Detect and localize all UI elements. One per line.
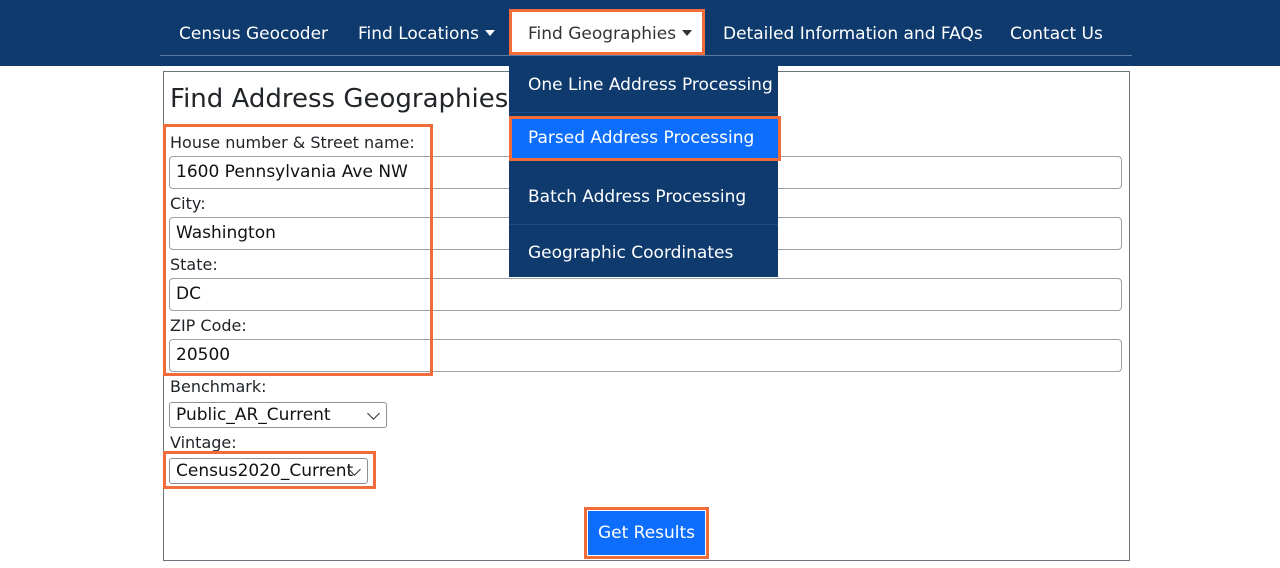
state-label: State: — [170, 255, 218, 274]
chevron-down-icon — [367, 407, 380, 420]
dropdown-batch-address[interactable]: Batch Address Processing — [509, 169, 778, 225]
state-input[interactable]: DC — [169, 278, 1122, 311]
dropdown-geographic-coordinates[interactable]: Geographic Coordinates — [509, 225, 778, 281]
nav-detailed-info-faqs[interactable]: Detailed Information and FAQs — [723, 22, 983, 46]
find-geographies-dropdown: One Line Address Processing Parsed Addre… — [509, 57, 781, 277]
vintage-select[interactable]: Census2020_Current — [169, 458, 368, 484]
caret-down-icon — [485, 30, 495, 36]
nav-find-geographies[interactable]: Find Geographies — [509, 9, 705, 55]
vintage-select-value: Census2020_Current — [176, 461, 354, 481]
zip-label: ZIP Code: — [170, 316, 247, 335]
benchmark-select-value: Public_AR_Current — [176, 405, 331, 425]
benchmark-select[interactable]: Public_AR_Current — [169, 402, 387, 428]
zip-input[interactable]: 20500 — [169, 339, 1122, 372]
nav-contact-us-label: Contact Us — [1010, 24, 1103, 44]
nav-contact-us[interactable]: Contact Us — [1010, 22, 1103, 46]
city-label: City: — [170, 194, 206, 213]
street-label: House number & Street name: — [170, 133, 415, 152]
dropdown-one-line-address[interactable]: One Line Address Processing — [509, 57, 778, 113]
benchmark-label: Benchmark: — [170, 377, 267, 396]
caret-down-icon — [682, 30, 693, 36]
nav-census-geocoder-label: Census Geocoder — [179, 24, 329, 44]
get-results-button[interactable]: Get Results — [588, 511, 705, 555]
nav-find-geographies-label: Find Geographies — [528, 24, 677, 44]
nav-find-locations[interactable]: Find Locations — [358, 22, 495, 46]
page-title: Find Address Geographies — [170, 84, 509, 114]
nav-census-geocoder[interactable]: Census Geocoder — [179, 22, 328, 46]
nav-divider — [160, 55, 1132, 56]
nav-detailed-info-faqs-label: Detailed Information and FAQs — [723, 24, 983, 44]
nav-find-locations-label: Find Locations — [358, 24, 479, 44]
dropdown-parsed-address[interactable]: Parsed Address Processing — [509, 116, 781, 161]
vintage-label: Vintage: — [170, 433, 237, 452]
